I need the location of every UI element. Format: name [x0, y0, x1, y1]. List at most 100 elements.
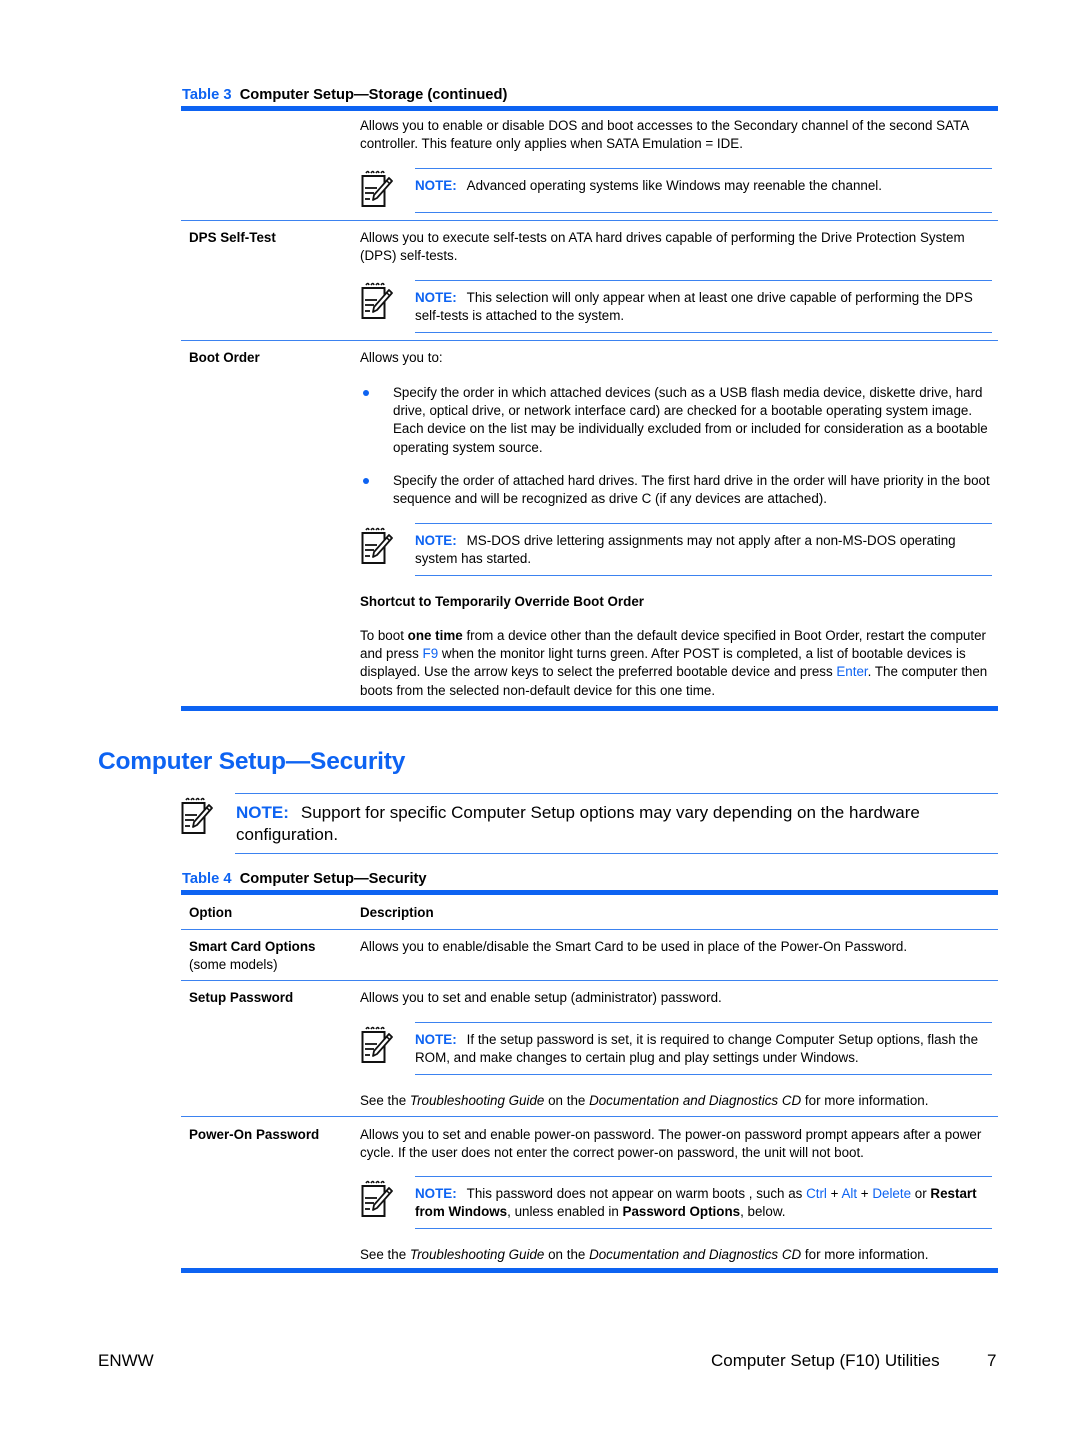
- note-rule-bottom: [415, 1228, 992, 1229]
- see-reference: See the Troubleshooting Guide on the Doc…: [360, 1092, 992, 1110]
- page-number: 7: [987, 1351, 997, 1370]
- text-run: , below.: [740, 1204, 786, 1220]
- table4-title: Computer Setup—Security: [239, 871, 427, 887]
- note-rule-top: [415, 168, 992, 169]
- bullet-dot-icon: [363, 390, 369, 396]
- key-alt: Alt: [841, 1186, 858, 1201]
- note-label: NOTE:: [415, 533, 457, 548]
- text-run: See the: [360, 1247, 410, 1262]
- table3-row3-description: Allows you to:: [360, 350, 443, 365]
- note-rule-bottom: [415, 575, 992, 576]
- note-rule-top: [415, 1022, 992, 1023]
- note-label: NOTE:: [415, 1186, 457, 1201]
- table4-row1-description: Allows you to enable/disable the Smart C…: [360, 939, 908, 954]
- note-text: Advanced operating systems like Windows …: [466, 178, 882, 193]
- row-divider: [181, 340, 998, 341]
- shortcut-paragraph: To boot one time from a device other tha…: [360, 627, 992, 700]
- row-divider: [181, 1116, 998, 1117]
- text-run: See the: [360, 1093, 410, 1108]
- text-run: +: [857, 1186, 873, 1201]
- note-text: This selection will only appear when at …: [415, 290, 973, 324]
- section-heading: Computer Setup—Security: [98, 748, 406, 775]
- bullet-text: Specify the order of attached hard drive…: [393, 473, 990, 507]
- table3-bottom-rule: [181, 706, 998, 711]
- table3-row2-option: DPS Self-Test: [189, 230, 276, 245]
- table3-top-rule: [181, 106, 998, 111]
- text-run: on the: [544, 1093, 590, 1108]
- table4-row3-option: Power-On Password: [189, 1127, 320, 1142]
- column-header-option: Option: [189, 905, 233, 920]
- text-run: , unless enabled in: [507, 1204, 623, 1220]
- note-rule-top: [415, 280, 992, 281]
- text-run: for more information.: [801, 1247, 929, 1262]
- note-pencil-icon: [360, 1026, 394, 1066]
- note-rule-top: [415, 523, 992, 524]
- key-f9: F9: [422, 646, 439, 662]
- note-text: MS-DOS drive lettering assignments may n…: [415, 533, 956, 567]
- footer-locale: ENWW: [98, 1351, 154, 1370]
- note-rule-top: [235, 793, 998, 794]
- note-pencil-icon: [360, 527, 394, 567]
- note-pencil-icon: [180, 797, 214, 837]
- text-run: To boot: [360, 628, 408, 643]
- doc-title-cd: Documentation and Diagnostics CD: [589, 1093, 802, 1108]
- table3-row1-description: Allows you to enable or disable DOS and …: [360, 118, 969, 152]
- row-divider: [181, 220, 998, 221]
- note-text: If the setup password is set, it is requ…: [415, 1032, 979, 1066]
- column-header-description: Description: [360, 905, 434, 920]
- note-rule-bottom: [415, 1074, 992, 1075]
- note-pencil-icon: [360, 1180, 394, 1220]
- text-run: on the: [544, 1247, 590, 1262]
- table3-title: Computer Setup—Storage (continued): [239, 87, 508, 103]
- text-run: for more information.: [801, 1093, 929, 1108]
- note-rule-bottom: [235, 853, 998, 854]
- table3-row2-note: NOTE: This selection will only appear whe…: [360, 280, 992, 334]
- table4-top-rule: [181, 890, 998, 895]
- emphasis-password-options: Password Options: [622, 1204, 741, 1220]
- table4-row2-option: Setup Password: [189, 990, 294, 1005]
- option-name: Smart Card Options: [189, 939, 316, 954]
- note-rule-bottom: [415, 332, 992, 333]
- note-rule-bottom: [415, 212, 992, 213]
- key-ctrl: Ctrl: [806, 1186, 827, 1201]
- text-run: This password does not appear on warm bo…: [466, 1186, 807, 1201]
- note-text: Support for specific Computer Setup opti…: [236, 803, 920, 844]
- table4-caption: Table 4 Computer Setup—Security: [182, 870, 427, 888]
- emphasis-one-time: one time: [407, 628, 463, 643]
- note-label: NOTE:: [415, 290, 457, 305]
- text-run: +: [826, 1186, 842, 1201]
- table4-row3-note: NOTE: This password does not appear on wa…: [360, 1176, 992, 1230]
- shortcut-subheading: Shortcut to Temporarily Override Boot Or…: [360, 594, 644, 609]
- section-note: NOTE: Support for specific Computer Setup…: [180, 793, 998, 855]
- note-label: NOTE:: [236, 803, 289, 822]
- bullet-item: Specify the order in which attached devi…: [360, 384, 992, 460]
- table3-row2-description: Allows you to execute self-tests on ATA …: [360, 230, 965, 264]
- table4-row2-description: Allows you to set and enable setup (admi…: [360, 990, 722, 1005]
- table4-row3-description: Allows you to set and enable power-on pa…: [360, 1127, 982, 1161]
- bullet-dot-icon: [363, 478, 369, 484]
- see-reference: See the Troubleshooting Guide on the Doc…: [360, 1246, 992, 1264]
- note-rule-top: [415, 1176, 992, 1177]
- key-delete: Delete: [872, 1186, 912, 1201]
- table4-bottom-rule: [181, 1268, 998, 1273]
- option-qualifier: (some models): [189, 957, 278, 972]
- doc-title-troubleshooting-guide: Troubleshooting Guide: [409, 1093, 545, 1108]
- table3-row3-option: Boot Order: [189, 350, 260, 365]
- table3-caption: Table 3 Computer Setup—Storage (continue…: [182, 86, 507, 104]
- doc-title-cd: Documentation and Diagnostics CD: [589, 1247, 802, 1262]
- bullet-item: Specify the order of attached hard drive…: [360, 472, 992, 512]
- bullet-text: Specify the order in which attached devi…: [393, 385, 988, 455]
- note-pencil-icon: [360, 282, 394, 322]
- note-label: NOTE:: [415, 1032, 457, 1047]
- table4-number: Table 4: [182, 871, 232, 887]
- text-run: or: [911, 1186, 931, 1201]
- doc-title-troubleshooting-guide: Troubleshooting Guide: [409, 1247, 545, 1262]
- table4-row2-note: NOTE: If the setup password is set, it is…: [360, 1022, 992, 1076]
- table3-row1-note: NOTE: Advanced operating systems like Win…: [360, 168, 992, 214]
- key-enter: Enter: [836, 664, 868, 680]
- row-divider: [181, 980, 998, 981]
- note-pencil-icon: [360, 170, 394, 210]
- header-divider: [181, 929, 998, 930]
- table3-row3-note: NOTE: MS-DOS drive lettering assignments …: [360, 523, 992, 577]
- footer-chapter-title: Computer Setup (F10) Utilities: [711, 1351, 940, 1370]
